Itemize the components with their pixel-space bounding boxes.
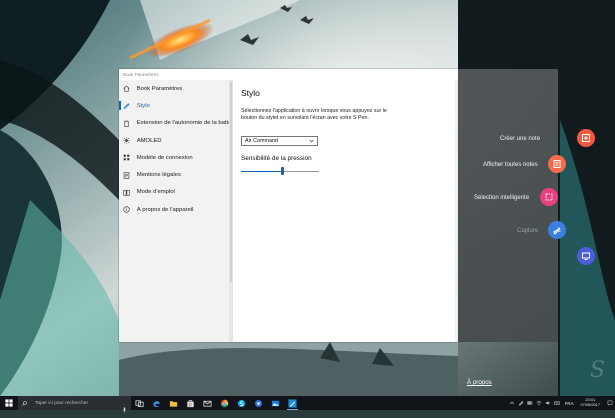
title-bar[interactable]: Book Paramètres bbox=[119, 69, 458, 80]
sidebar-scrollbar[interactable] bbox=[229, 80, 233, 342]
info-icon bbox=[123, 206, 131, 214]
wifi-icon[interactable] bbox=[535, 396, 544, 410]
sidebar-item-label: Mentions légales bbox=[136, 172, 181, 179]
edge-button[interactable] bbox=[148, 396, 165, 410]
windows-logo-icon bbox=[5, 399, 13, 407]
app-button[interactable] bbox=[250, 396, 267, 410]
mail-button[interactable] bbox=[199, 396, 216, 410]
content-pane: Stylo Sélectionnez l'application à ouvri… bbox=[241, 80, 458, 342]
sidebar-item-modele-connexion[interactable]: Modèle de connexion bbox=[119, 149, 229, 166]
app-select-dropdown[interactable]: Air Command bbox=[241, 136, 318, 146]
language-indicator[interactable]: FRA bbox=[565, 401, 574, 406]
photos-icon bbox=[271, 400, 280, 406]
skype-icon bbox=[237, 399, 246, 407]
about-link[interactable]: À propos bbox=[467, 379, 492, 386]
volume-icon[interactable] bbox=[544, 396, 553, 410]
taskbar-search-box[interactable]: Taper ici pour rechercher bbox=[18, 396, 131, 413]
start-button[interactable] bbox=[0, 396, 18, 410]
sidebar-item-book-parametres[interactable]: Book Paramètres bbox=[119, 80, 229, 97]
chrome-icon bbox=[220, 399, 229, 407]
chrome-button[interactable] bbox=[216, 396, 233, 410]
notification-icon bbox=[607, 400, 612, 406]
search-placeholder: Taper ici pour rechercher bbox=[35, 400, 89, 406]
window-title: Book Paramètres bbox=[123, 72, 159, 77]
battery-tray-icon[interactable] bbox=[526, 396, 535, 410]
sidebar-item-label: Modèle de connexion bbox=[136, 154, 193, 161]
battery-icon bbox=[123, 119, 131, 127]
system-tray: FRA 23:01 07/06/2017 bbox=[508, 396, 615, 410]
brightness-icon bbox=[123, 137, 131, 145]
settings-window: Book Paramètres Book Paramètres Stylo Ex… bbox=[119, 69, 458, 342]
task-view-icon bbox=[135, 399, 144, 407]
legal-icon bbox=[123, 171, 131, 179]
app-icon bbox=[254, 399, 263, 407]
create-note-button[interactable] bbox=[577, 129, 595, 147]
sidebar-item-label: Mode d'emploi bbox=[136, 189, 175, 196]
sidebar-nav: Book Paramètres Stylo Extension de l'aut… bbox=[119, 80, 229, 342]
sidebar-item-mentions-legales[interactable]: Mentions légales bbox=[119, 166, 229, 183]
microphone-icon[interactable] bbox=[122, 400, 127, 418]
air-command-overlay bbox=[458, 69, 558, 342]
file-explorer-button[interactable] bbox=[165, 396, 182, 410]
air-command-label-view-notes: Afficher toutes notes bbox=[483, 162, 538, 168]
taskbar-pinned-apps bbox=[131, 396, 301, 410]
store-button[interactable] bbox=[182, 396, 199, 410]
tray-pen-icon[interactable] bbox=[517, 396, 526, 410]
sidebar-item-label: Book Paramètres bbox=[136, 85, 183, 92]
pressure-slider[interactable] bbox=[241, 167, 319, 175]
pen-description: Sélectionnez l'application à ouvrir lors… bbox=[241, 108, 387, 122]
connection-model-icon bbox=[123, 154, 131, 162]
create-note-icon bbox=[582, 134, 590, 142]
store-icon bbox=[187, 399, 194, 407]
task-view-button[interactable] bbox=[131, 396, 148, 410]
mail-icon bbox=[203, 400, 212, 407]
screen-write-button[interactable] bbox=[577, 247, 595, 265]
search-icon bbox=[22, 400, 31, 406]
sidebar-item-a-propos-appareil[interactable]: À propos de l'appareil bbox=[119, 201, 229, 218]
sidebar-item-label: Stylo bbox=[136, 102, 150, 109]
slider-fill bbox=[241, 170, 282, 172]
view-notes-button[interactable] bbox=[548, 155, 566, 173]
keyboard-icon[interactable] bbox=[553, 396, 562, 410]
sidebar-item-stylo[interactable]: Stylo bbox=[119, 97, 229, 114]
capture-write-icon bbox=[553, 227, 561, 235]
sidebar-item-battery[interactable]: Extension de l'autonomie de la batterie bbox=[119, 115, 229, 132]
samsung-watermark: S bbox=[590, 358, 606, 383]
home-icon bbox=[123, 85, 131, 93]
clock[interactable]: 23:01 07/06/2017 bbox=[581, 398, 600, 407]
smart-select-button[interactable] bbox=[540, 188, 558, 206]
pressure-heading: Sensibilité de la pression bbox=[241, 155, 312, 162]
screen-icon bbox=[582, 252, 590, 260]
air-command-label-create-note: Créer une note bbox=[500, 136, 541, 142]
file-explorer-icon bbox=[169, 400, 178, 407]
pen-settings-app-button[interactable] bbox=[284, 396, 301, 410]
book-icon bbox=[123, 188, 131, 196]
chevron-down-icon bbox=[309, 139, 314, 143]
sidebar-item-label: AMOLED bbox=[136, 137, 162, 144]
sidebar-item-amoled[interactable]: AMOLED bbox=[119, 132, 229, 149]
pen-icon bbox=[123, 102, 131, 110]
pen-app-icon bbox=[288, 398, 297, 408]
action-center-button[interactable] bbox=[604, 396, 615, 410]
sidebar-item-mode-emploi[interactable]: Mode d'emploi bbox=[119, 184, 229, 201]
edge-icon bbox=[153, 400, 160, 407]
sidebar-item-label: Extension de l'autonomie de la batterie bbox=[136, 120, 229, 127]
page-title: Stylo bbox=[241, 88, 260, 98]
skype-button[interactable] bbox=[233, 396, 250, 410]
clock-date: 07/06/2017 bbox=[580, 402, 600, 407]
app-select-value: Air Command bbox=[245, 138, 278, 144]
tray-chevron-up-icon[interactable] bbox=[508, 396, 517, 410]
air-command-label-smart-select: Sélection intelligente bbox=[474, 195, 530, 201]
sidebar-item-label: À propos de l'appareil bbox=[136, 206, 194, 213]
photos-button[interactable] bbox=[267, 396, 284, 410]
air-command-label-capture: Capture bbox=[517, 228, 539, 234]
view-notes-icon bbox=[553, 160, 561, 168]
taskbar: Taper ici pour rechercher FRA 23:01 07/0… bbox=[0, 396, 615, 413]
capture-write-button[interactable] bbox=[548, 221, 566, 239]
slider-thumb[interactable] bbox=[280, 167, 284, 175]
smart-select-icon bbox=[545, 193, 553, 201]
